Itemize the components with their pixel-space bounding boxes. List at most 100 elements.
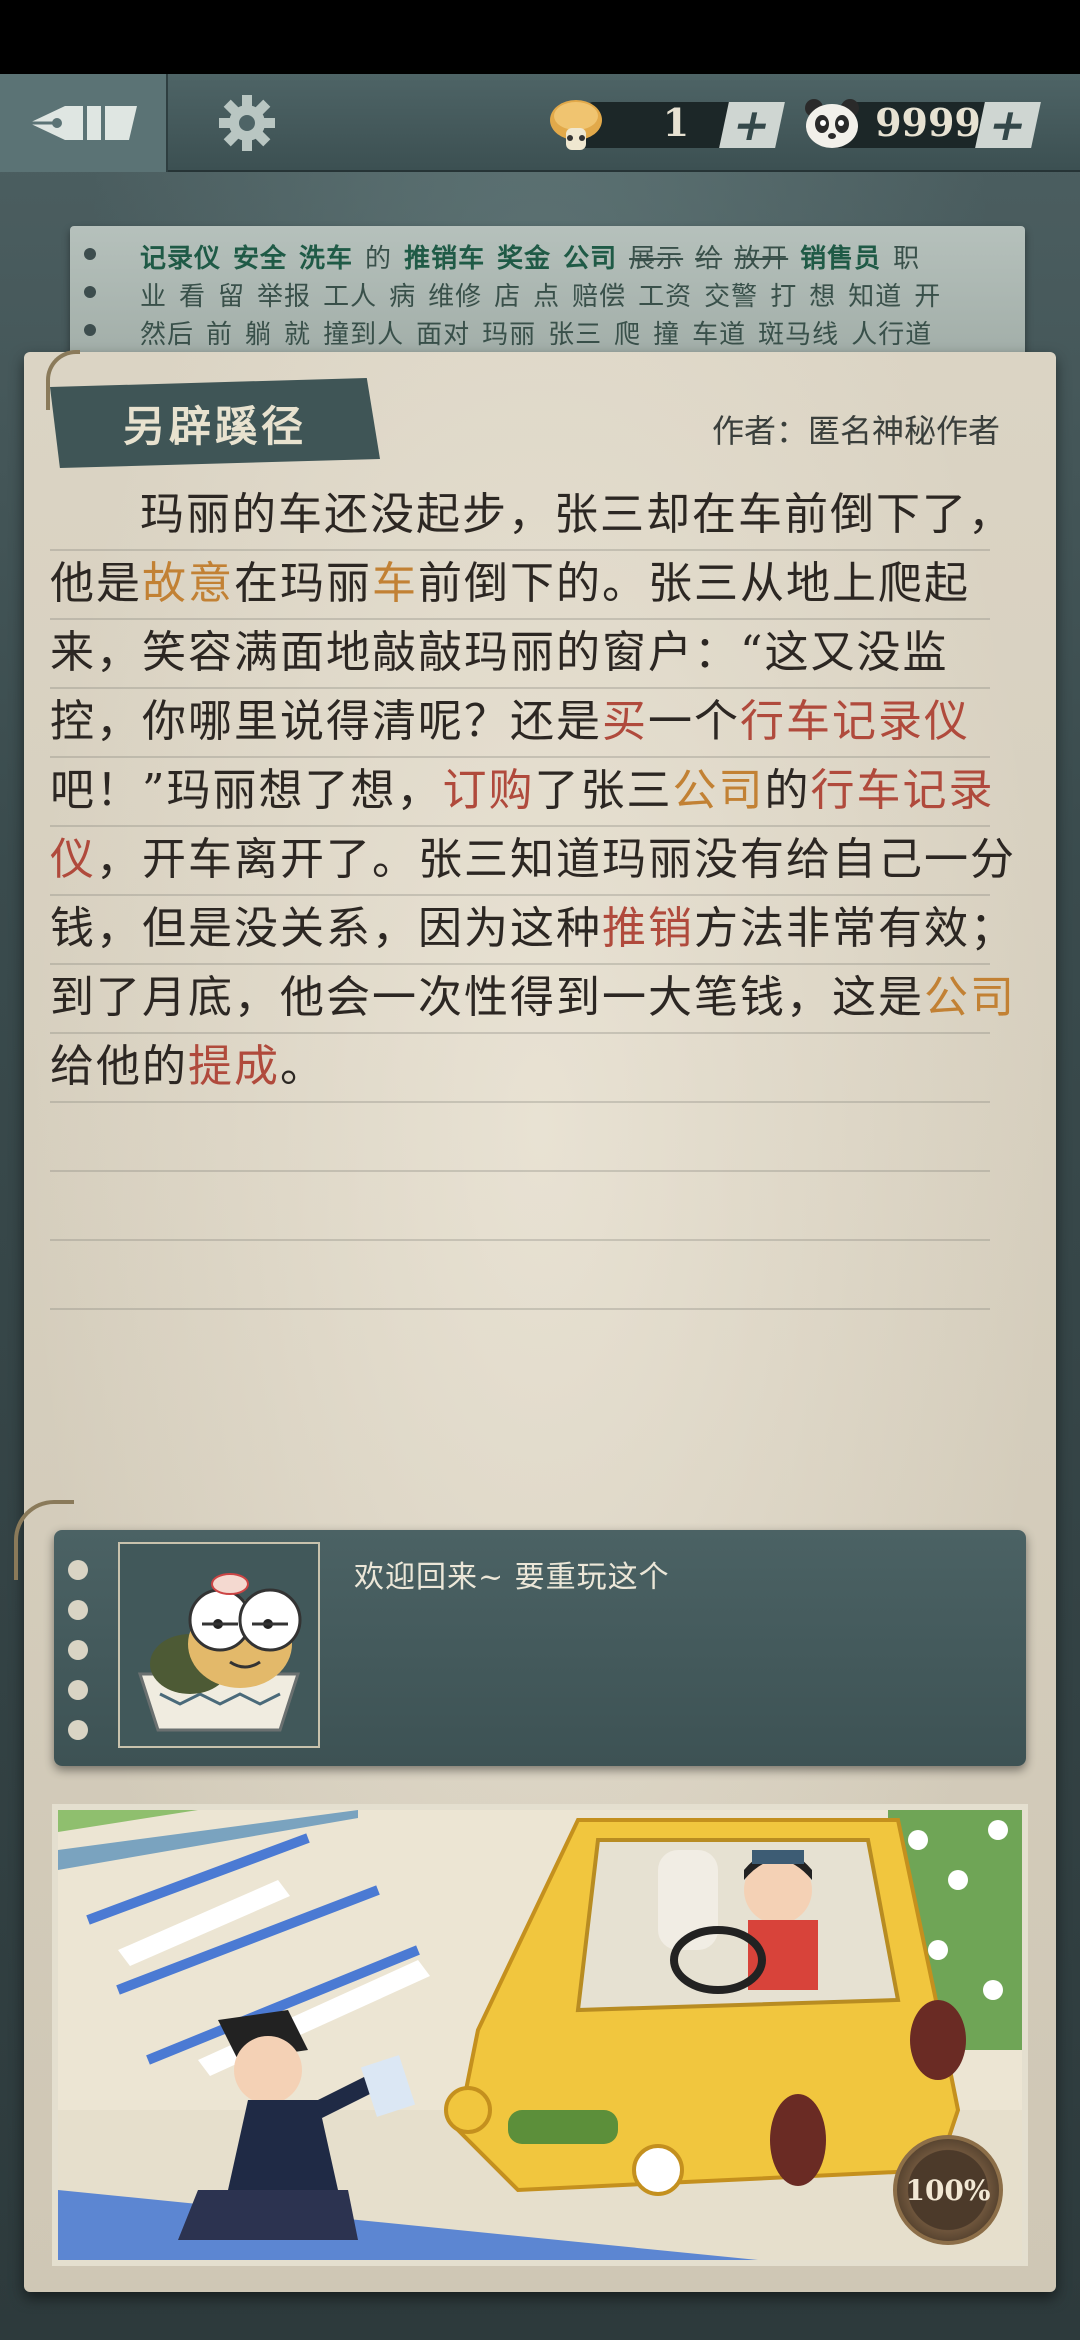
dialog-text: 欢迎回来~ 要重玩这个 xyxy=(354,1560,670,1595)
word-chip[interactable]: 工人 xyxy=(323,282,377,312)
story-keyword[interactable]: 公司 xyxy=(924,972,1016,1023)
story-text-segment: 他是 xyxy=(50,558,142,609)
story-text-segment: 的 xyxy=(764,765,811,816)
story-line: 他是故意在玛丽车前倒下的。张三从地上爬起 xyxy=(50,551,990,620)
progress-badge: 100% xyxy=(893,2135,1003,2245)
word-chip[interactable]: 的 xyxy=(365,244,392,274)
story-line: 吧！”玛丽想了想，订购了张三公司的行车记录 xyxy=(50,758,993,827)
word-chip[interactable]: 公司 xyxy=(563,244,617,274)
word-list-row: 业看留举报 工人病维修店点赔偿 工资 交警打想知道开 xyxy=(140,278,1015,316)
story-keyword[interactable]: 行车记录仪 xyxy=(740,696,970,747)
word-chip[interactable]: 展示 xyxy=(629,244,683,274)
word-chip[interactable]: 躺 xyxy=(245,320,272,350)
word-list: 记录仪 安全 洗车的推销车 奖金 公司 展示给放开 销售员职业看留举报 工人病维修店点赔偿 工资… xyxy=(140,240,1015,354)
story-keyword[interactable]: 故意 xyxy=(142,558,234,609)
panda-icon xyxy=(805,99,859,148)
story-line: 玛丽的车还没起步，张三却在车前倒下了， xyxy=(50,482,1012,551)
word-chip[interactable]: 玛丽 xyxy=(482,320,536,350)
story-text-segment: ，开车离开了。张三知道玛丽没有给自己一分 xyxy=(96,834,1016,885)
word-chip[interactable]: 爬 xyxy=(614,320,641,350)
dialog-box[interactable]: 欢迎回来~ 要重玩这个 xyxy=(54,1530,1026,1766)
mushroom-icon xyxy=(550,100,602,150)
word-chip[interactable]: 前 xyxy=(206,320,233,350)
word-chip[interactable]: 业 xyxy=(140,282,167,312)
word-chip[interactable]: 病 xyxy=(389,282,416,312)
status-bar xyxy=(0,0,1080,74)
currency-panda: 9999 + xyxy=(800,94,1041,152)
word-list-row: 记录仪 安全 洗车的推销车 奖金 公司 展示给放开 销售员职 xyxy=(140,240,1015,278)
word-chip[interactable]: 想 xyxy=(809,282,836,312)
word-chip[interactable]: 打 xyxy=(770,282,797,312)
story-line: 钱，但是没关系，因为这种推销方法非常有效； xyxy=(50,896,1014,965)
story-text-segment: 。 xyxy=(280,1041,326,1092)
npc-portrait xyxy=(118,1542,320,1748)
settings-button[interactable] xyxy=(214,90,280,156)
story-title-tag: 另辟蹊径 xyxy=(50,378,380,468)
story-text-segment: 给他的 xyxy=(50,1041,188,1092)
turtle-character-icon xyxy=(137,1573,302,1732)
story-text-segment: 玛丽的车还没起步，张三却在车前倒下了， xyxy=(140,489,1014,540)
word-chip[interactable]: 安全 xyxy=(233,244,287,274)
word-chip[interactable]: 撞 xyxy=(653,320,680,350)
word-chip[interactable]: 开 xyxy=(914,282,941,312)
word-chip[interactable]: 赔偿 xyxy=(572,282,626,312)
story-title: 另辟蹊径 xyxy=(122,401,307,451)
story-text-segment: 控，你哪里说得清呢？还是 xyxy=(50,696,602,747)
story-text-segment: 前倒下的。张三从地上爬起 xyxy=(418,558,970,609)
story-text-segment: 方法非常有效； xyxy=(694,903,1016,954)
word-chip[interactable]: 面对 xyxy=(416,320,470,350)
back-button[interactable] xyxy=(0,74,168,172)
currency-mushroom-value: 1 xyxy=(662,100,690,145)
gear-icon xyxy=(219,95,275,151)
word-chip[interactable]: 记录仪 xyxy=(140,244,221,274)
word-chip[interactable]: 车道 xyxy=(692,320,746,350)
word-chip[interactable]: 斑马线 xyxy=(758,320,839,350)
progress-value: 100% xyxy=(905,2173,991,2207)
story-keyword[interactable]: 订购 xyxy=(443,765,535,816)
word-chip[interactable]: 给 xyxy=(695,244,722,274)
story-text-segment: 到了月底，他会一次性得到一大笔钱，这是 xyxy=(50,972,924,1023)
word-list-row: 然后前躺就撞到人 面对 玛丽 张三爬撞车道 斑马线 人行道 xyxy=(140,316,1015,354)
word-chip[interactable]: 销售员 xyxy=(800,244,881,274)
story-keyword[interactable]: 公司 xyxy=(673,765,765,816)
story-keyword[interactable]: 车 xyxy=(372,558,418,609)
story-keyword[interactable]: 推销 xyxy=(602,903,694,954)
word-chip[interactable]: 交警 xyxy=(704,282,758,312)
story-keyword[interactable]: 提成 xyxy=(188,1041,280,1092)
word-chip[interactable]: 留 xyxy=(218,282,245,312)
word-chip[interactable]: 工资 xyxy=(638,282,692,312)
add-mushroom-button[interactable]: + xyxy=(719,100,785,151)
currency-panda-value: 9999 xyxy=(875,100,981,145)
top-bar: 1 + 9999 + xyxy=(0,74,1080,172)
word-chip[interactable]: 维修 xyxy=(428,282,482,312)
story-text-segment: 吧！”玛丽想了想， xyxy=(50,765,443,816)
story-keyword[interactable]: 仪 xyxy=(50,834,96,885)
story-blank-line xyxy=(50,1241,990,1310)
story-line: 来，笑容满面地敲敲玛丽的窗户：“这又没监 xyxy=(50,620,990,689)
story-text-segment: 了张三 xyxy=(534,765,673,816)
word-chip[interactable]: 撞到人 xyxy=(323,320,404,350)
word-chip[interactable]: 举报 xyxy=(257,282,311,312)
word-chip[interactable]: 洗车 xyxy=(299,244,353,274)
word-chip[interactable]: 张三 xyxy=(548,320,602,350)
story-blank-line xyxy=(50,1172,990,1241)
word-chip[interactable]: 推销车 xyxy=(404,244,485,274)
story-text-segment: 钱，但是没关系，因为这种 xyxy=(50,903,602,954)
word-chip[interactable]: 放开 xyxy=(734,244,788,274)
story-author: 作者：匿名神秘作者 xyxy=(711,412,1000,450)
word-chip[interactable]: 就 xyxy=(284,320,311,350)
word-chip[interactable]: 看 xyxy=(179,282,206,312)
word-chip[interactable]: 人行道 xyxy=(851,320,932,350)
word-chip[interactable]: 点 xyxy=(533,282,560,312)
story-keyword[interactable]: 买 xyxy=(602,696,648,747)
currency-mushroom: 1 + xyxy=(546,94,785,152)
word-chip[interactable]: 职 xyxy=(893,244,920,274)
word-chip[interactable]: 然后 xyxy=(140,320,194,350)
story-keyword[interactable]: 行车记录 xyxy=(811,765,995,816)
story-line: 仪，开车离开了。张三知道玛丽没有给自己一分 xyxy=(50,827,1014,896)
pen-nib-icon xyxy=(29,106,137,140)
word-chip[interactable]: 店 xyxy=(494,282,521,312)
word-chip[interactable]: 奖金 xyxy=(497,244,551,274)
word-chip[interactable]: 知道 xyxy=(848,282,902,312)
add-panda-button[interactable]: + xyxy=(975,100,1041,151)
